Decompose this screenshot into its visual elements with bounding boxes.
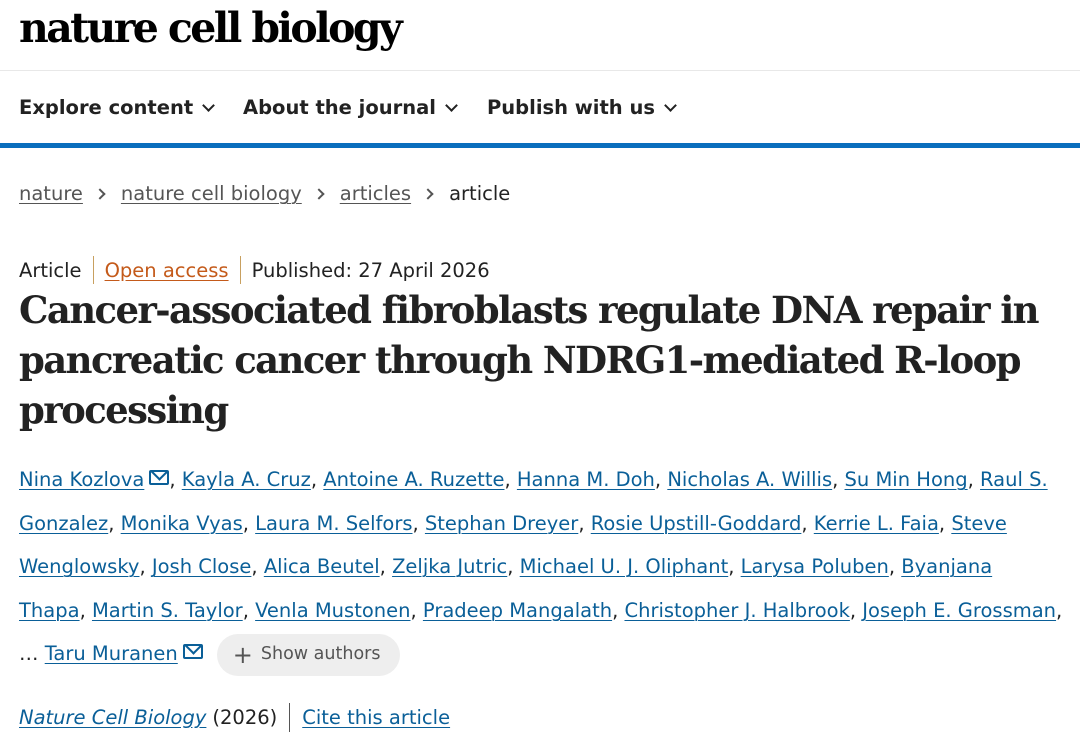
author-link[interactable]: Nina Kozlova xyxy=(19,468,144,491)
nav-label: About the journal xyxy=(243,96,436,119)
meta-divider xyxy=(239,256,241,284)
author-link[interactable]: Monika Vyas xyxy=(121,512,243,535)
nav-about-journal[interactable]: About the journal xyxy=(243,96,458,119)
author-link[interactable]: Su Min Hong xyxy=(845,468,968,491)
author-link[interactable]: Antoine A. Ruzette xyxy=(323,468,504,491)
author-link[interactable]: Joseph E. Grossman xyxy=(862,599,1056,622)
breadcrumb: nature nature cell biology articles arti… xyxy=(19,182,510,205)
show-authors-button[interactable]: + Show authors xyxy=(216,633,401,676)
journal-logo[interactable]: nature cell biology xyxy=(19,4,403,52)
chevron-right-icon xyxy=(313,187,325,200)
nav-label: Explore content xyxy=(19,96,194,119)
mail-icon[interactable] xyxy=(149,470,170,485)
author-link[interactable]: Taru Muranen xyxy=(45,642,178,665)
chevron-right-icon xyxy=(94,187,106,200)
article-meta: Article Open access Published: 27 April … xyxy=(19,256,490,284)
author-link[interactable]: Stephan Dreyer xyxy=(425,512,578,535)
article-type: Article xyxy=(19,258,82,282)
author-link[interactable]: Nicholas A. Willis xyxy=(667,468,832,491)
author-link[interactable]: Venla Mustonen xyxy=(255,599,410,622)
breadcrumb-link-articles[interactable]: articles xyxy=(340,182,411,205)
author-link[interactable]: Larysa Poluben xyxy=(741,555,889,578)
author-link[interactable]: Rosie Upstill-Goddard xyxy=(591,512,802,535)
author-link[interactable]: Alica Beutel xyxy=(264,555,380,578)
author-link[interactable]: Christopher J. Halbrook xyxy=(624,599,849,622)
author-link[interactable]: Josh Close xyxy=(152,555,252,578)
breadcrumb-link-nature[interactable]: nature xyxy=(19,182,83,205)
citation-divider xyxy=(289,703,291,732)
author-link[interactable]: Michael U. J. Oliphant xyxy=(520,555,729,578)
published-date: Published: 27 April 2026 xyxy=(251,258,490,282)
chevron-down-icon xyxy=(445,99,458,112)
author-link[interactable]: Laura M. Selfors xyxy=(255,512,412,535)
plus-icon: + xyxy=(232,640,253,669)
cite-article-link[interactable]: Cite this article xyxy=(302,706,450,729)
authors-ellipsis: … xyxy=(19,642,39,666)
chevron-down-icon xyxy=(664,99,677,112)
author-link[interactable]: Kerrie L. Faia xyxy=(814,512,939,535)
citation-line: Nature Cell Biology (2026) Cite this art… xyxy=(19,703,450,732)
article-title: Cancer-associated fibroblasts regulate D… xyxy=(19,288,1040,432)
main-nav: Explore content About the journal Publis… xyxy=(0,71,1080,148)
meta-divider xyxy=(92,256,94,284)
mail-icon[interactable] xyxy=(182,644,203,660)
nav-publish-with-us[interactable]: Publish with us xyxy=(487,96,677,119)
breadcrumb-current: article xyxy=(449,182,511,205)
journal-name-link[interactable]: Nature Cell Biology xyxy=(19,706,206,729)
show-authors-label: Show authors xyxy=(260,644,381,665)
author-link[interactable]: Pradeep Mangalath xyxy=(423,599,612,622)
publication-year: (2026) xyxy=(212,706,278,729)
site-header: nature cell biology xyxy=(0,0,1080,71)
nav-label: Publish with us xyxy=(487,96,655,119)
open-access-link[interactable]: Open access xyxy=(105,259,229,282)
author-link[interactable]: Zeljka Jutric xyxy=(392,555,507,578)
breadcrumb-link-journal[interactable]: nature cell biology xyxy=(121,182,302,205)
author-link[interactable]: Martin S. Taylor xyxy=(92,599,243,622)
chevron-right-icon xyxy=(422,187,434,200)
author-list: Nina Kozlova, Kayla A. Cruz, Antoine A. … xyxy=(19,458,1064,676)
nav-explore-content[interactable]: Explore content xyxy=(19,96,216,119)
author-link[interactable]: Hanna M. Doh xyxy=(517,468,655,491)
author-link[interactable]: Kayla A. Cruz xyxy=(182,468,311,491)
chevron-down-icon xyxy=(202,99,216,112)
